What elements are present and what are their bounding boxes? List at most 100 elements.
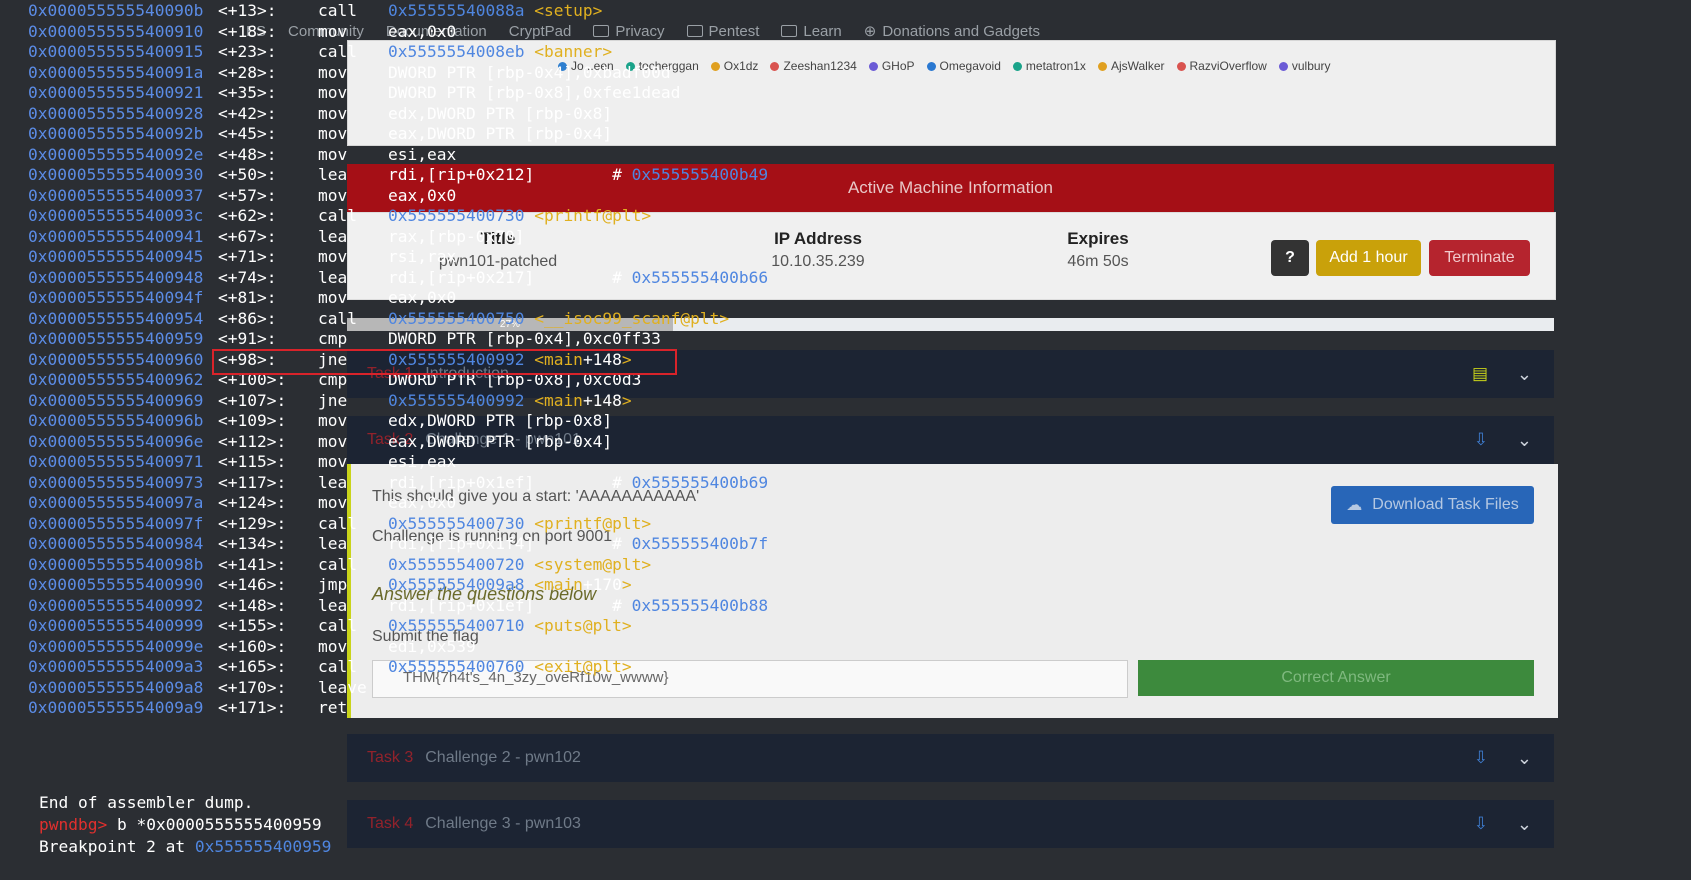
asm-address: 0x000055555540097f — [28, 513, 204, 533]
asm-offset: <+67>: — [218, 226, 277, 246]
asm-target-address: 0x555555400b49 — [631, 165, 769, 184]
asm-operands: 0x555555400720 <system@plt> — [388, 554, 651, 576]
asm-line: 0x0000555555400973 <+117>: lea rdi,[rip+0x1… — [0, 472, 768, 494]
asm-mnemonic: leave — [318, 677, 367, 697]
asm-mnemonic: mov — [318, 21, 348, 41]
asm-operands: esi,eax — [388, 144, 456, 166]
asm-operands: edx,DWORD PTR [rbp-0x8] — [388, 410, 612, 432]
asm-operand-text — [524, 616, 534, 635]
asm-operand-text: rdi,[rip+0x217] # — [388, 267, 632, 287]
asm-symbol: <main — [534, 575, 583, 594]
asm-target-address: 0x55555540088a — [388, 1, 525, 20]
asm-offset: <+170>: — [218, 677, 287, 697]
asm-mnemonic: mov — [318, 411, 348, 430]
asm-operand-text: esi,eax — [388, 144, 457, 164]
asm-operands: 0x5555554009a8 <main+170> — [388, 574, 632, 596]
asm-mnemonic: lea — [318, 165, 348, 184]
asm-offset: <+91>: — [218, 329, 277, 348]
asm-operand-text — [524, 42, 534, 61]
asm-operand-text: DWORD PTR [rbp-0x4],0xc0ff33 — [388, 329, 661, 348]
highlight-box — [212, 349, 677, 375]
prompt-line[interactable]: pwndbg> b *0x0000555555400959 — [0, 792, 322, 834]
asm-mnemonic: mov — [318, 288, 348, 307]
asm-line: 0x0000555555400954 <+86>: call 0x5555554007… — [0, 308, 760, 330]
asm-offset: <+45>: — [218, 124, 277, 143]
asm-line: 0x000055555540091a <+28>: mov DWORD PTR [rb… — [0, 62, 760, 84]
gdb-terminal[interactable]: 0x000055555540090b <+13>: call 0x5555554008… — [0, 0, 1691, 856]
asm-line: 0x000055555540099e <+160>: mov edi,0x539 — [0, 636, 760, 658]
asm-address: 0x0000555555400992 — [28, 595, 204, 615]
asm-offset: <+160>: — [218, 636, 287, 656]
asm-line: 0x000055555540097a <+124>: mov eax,0x0 — [0, 492, 760, 514]
asm-mnemonic: mov — [318, 431, 348, 451]
asm-mnemonic: call — [318, 42, 357, 61]
asm-offset: <+134>: — [218, 534, 287, 553]
asm-address: 0x0000555555400928 — [28, 103, 204, 123]
asm-symbol: <printf@plt> — [534, 513, 652, 533]
asm-operands: DWORD PTR [rbp-0x4],0xbadf00d — [388, 62, 671, 84]
asm-operand-text — [524, 514, 534, 533]
asm-operands: eax,0x0 — [388, 21, 456, 43]
asm-operand-text: eax,0x0 — [388, 21, 457, 41]
asm-operands: eax,0x0 — [388, 287, 456, 309]
asm-operand-text — [524, 657, 534, 676]
asm-mnemonic: call — [318, 206, 357, 225]
asm-mnemonic: call — [318, 308, 357, 328]
asm-operand-text: edx,DWORD PTR [rbp-0x8] — [388, 411, 613, 430]
asm-target-address: 0x555555400750 — [388, 308, 525, 328]
asm-operands: rdi,[rip+0x1ef] # 0x555555400b69 — [388, 472, 768, 494]
asm-address: 0x000055555540094f — [28, 288, 204, 307]
asm-mnemonic: mov — [318, 124, 348, 143]
asm-address: 0x0000555555400971 — [28, 452, 204, 471]
asm-address: 0x000055555540096b — [28, 411, 204, 430]
asm-symbol: <printf@plt> — [534, 206, 652, 225]
asm-target-address: 0x555555400992 — [388, 390, 525, 410]
asm-mnemonic: lea — [318, 595, 348, 615]
asm-target-address: 0x555555400b69 — [631, 472, 769, 492]
asm-line: 0x000055555540098b <+141>: call 0x555555400… — [0, 554, 760, 576]
asm-line: 0x0000555555400928 <+42>: mov edx,DWORD PTR… — [0, 103, 760, 125]
asm-address: 0x00005555554009a9 — [28, 698, 204, 717]
asm-mnemonic: cmp — [318, 329, 348, 348]
asm-operand-text — [524, 1, 534, 20]
asm-address: 0x0000555555400930 — [28, 165, 204, 184]
asm-operand-text — [524, 206, 534, 225]
asm-line: 0x00005555554009a3 <+165>: call 0x555555400… — [0, 656, 760, 678]
asm-operand-text: eax,0x0 — [388, 288, 457, 307]
asm-symbol: <banner> — [534, 42, 613, 61]
asm-line: 0x000055555540096e <+112>: mov eax,DWORD PT… — [0, 431, 760, 453]
asm-operands: 0x5555554008eb <banner> — [388, 41, 612, 63]
asm-mnemonic: lea — [318, 472, 348, 492]
breakpoint-address: 0x555555400959 — [194, 837, 332, 856]
asm-operands: 0x555555400710 <puts@plt> — [388, 615, 632, 637]
asm-offset: <+42>: — [218, 103, 277, 123]
asm-operand-text: +170 — [582, 575, 622, 594]
asm-operands: 0x555555400992 <main+148> — [388, 390, 632, 412]
asm-address: 0x0000555555400941 — [28, 226, 204, 246]
asm-offset: <+74>: — [218, 267, 277, 287]
asm-mnemonic: mov — [318, 247, 348, 266]
asm-line: 0x00005555554009a8 <+170>: leave — [0, 677, 760, 699]
asm-mnemonic: mov — [318, 103, 348, 123]
asm-mnemonic: call — [318, 657, 357, 676]
end-of-dump: End of assembler dump. — [0, 770, 253, 812]
asm-operands: 0x555555400730 <printf@plt> — [388, 513, 651, 535]
asm-offset: <+129>: — [218, 513, 287, 533]
asm-line: 0x0000555555400948 <+74>: lea rdi,[rip+0x21… — [0, 267, 768, 289]
asm-operand-text: rdi,[rip+0x1f4] # — [388, 534, 632, 553]
asm-address: 0x0000555555400999 — [28, 616, 204, 635]
asm-address: 0x0000555555400937 — [28, 185, 204, 205]
asm-operands: esi,eax — [388, 451, 456, 473]
asm-operand-text: rdi,[rip+0x212] # — [388, 165, 632, 184]
asm-address: 0x00005555554009a3 — [28, 657, 204, 676]
asm-line: 0x0000555555400915 <+23>: call 0x5555554008… — [0, 41, 760, 63]
asm-symbol: <puts@plt> — [534, 616, 632, 635]
asm-target-address: 0x555555400b88 — [631, 595, 769, 615]
asm-address: 0x000055555540096e — [28, 431, 204, 451]
asm-address: 0x000055555540098b — [28, 554, 204, 574]
asm-offset: <+13>: — [218, 1, 277, 20]
asm-operand-text: DWORD PTR [rbp-0x4],0xbadf00d — [388, 62, 671, 82]
asm-address: 0x000055555540092b — [28, 124, 204, 143]
asm-operand-text: eax,DWORD PTR [rbp-0x4] — [388, 431, 613, 451]
asm-operands: edx,DWORD PTR [rbp-0x8] — [388, 103, 612, 125]
